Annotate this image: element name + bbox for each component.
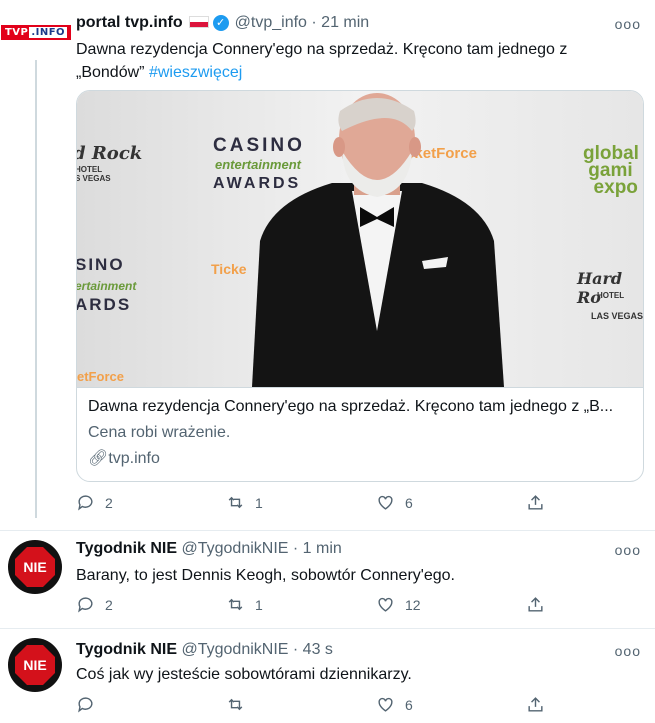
card-text-area: Dawna rezydencja Connery'ego na sprzedaż… — [77, 387, 643, 481]
tweet-actions: 2 1 6 — [76, 493, 556, 515]
backdrop-ticketforce-left: etForce — [77, 369, 124, 384]
tweet-header: Tygodnik NIE @TygodnikNIE · 1 min — [76, 540, 342, 558]
avatar-tvp-info[interactable]: TVP .INFO — [0, 10, 72, 54]
card-title: Dawna rezydencja Connery'ego na sprzedaż… — [88, 398, 614, 415]
tvp-info-logo: TVP .INFO — [0, 24, 72, 40]
share-button[interactable] — [526, 595, 545, 614]
author-handle[interactable]: @TygodnikNIE — [182, 641, 289, 658]
man-in-tuxedo-photo — [252, 93, 504, 387]
card-image: d Rock HOTEL S VEGAS CASINO entertainment… — [77, 91, 643, 387]
verified-badge-icon: ✓ — [212, 14, 229, 31]
tweet-actions: 6 — [76, 695, 556, 717]
reply-button[interactable]: 2 — [76, 493, 113, 512]
tweet-text: Dawna rezydencja Connery'ego na sprzedaż… — [76, 38, 567, 84]
avatar-tygodnik-nie[interactable]: NIE — [8, 638, 62, 692]
author-handle[interactable]: @TygodnikNIE — [182, 540, 289, 557]
heart-icon — [378, 597, 393, 612]
retweet-icon — [228, 496, 243, 509]
like-button[interactable]: 6 — [376, 695, 413, 714]
share-icon — [528, 495, 543, 510]
heart-icon — [378, 697, 393, 712]
retweet-icon — [228, 698, 243, 711]
card-domain-text: tvp.info — [108, 450, 160, 467]
heart-icon — [378, 495, 393, 510]
card-description: Cena robi wrażenie. — [88, 424, 231, 441]
share-button[interactable] — [526, 493, 545, 512]
retweet-button[interactable]: 1 — [226, 493, 263, 512]
nie-logo: NIE — [15, 645, 55, 685]
tweet-timestamp[interactable]: · 21 min — [311, 14, 369, 31]
backdrop-hardrock-right: Hard Ro — [577, 269, 623, 307]
nie-logo: NIE — [15, 547, 55, 587]
reply-button[interactable]: 2 — [76, 595, 113, 614]
link-icon: 🔗︎ — [88, 450, 109, 467]
share-icon — [528, 597, 543, 612]
author-name[interactable]: Tygodnik NIE — [76, 641, 177, 658]
author-handle[interactable]: @tvp_info — [235, 14, 307, 31]
more-options-icon[interactable]: ooo — [615, 643, 641, 659]
tweet-actions: 2 1 12 — [76, 595, 556, 617]
backdrop-lasvegas-left: HOTEL S VEGAS — [77, 165, 111, 183]
author-name[interactable]: Tygodnik NIE — [76, 540, 177, 557]
tweet-reply-2[interactable]: NIE Tygodnik NIE @TygodnikNIE · 43 s ooo… — [0, 628, 655, 723]
retweet-icon — [228, 598, 243, 611]
tweet-header: portal tvp.info ✓ @tvp_info · 21 min — [76, 14, 369, 32]
retweet-button[interactable]: 1 — [226, 595, 263, 614]
reply-icon — [78, 597, 93, 613]
poland-flag-icon — [188, 15, 209, 28]
reply-count: 2 — [105, 494, 113, 511]
backdrop-lasvegas-right: LAS VEGAS — [591, 311, 643, 321]
like-button[interactable]: 6 — [376, 493, 413, 512]
like-count: 12 — [405, 596, 421, 613]
tweet-text-line-2: „Bondów” — [76, 64, 145, 81]
reply-button[interactable] — [76, 695, 105, 714]
retweet-button[interactable] — [226, 695, 255, 714]
reply-count: 2 — [105, 596, 113, 613]
more-options-icon[interactable]: ooo — [615, 542, 641, 558]
backdrop-casino-left: SINO ertainment ARDS — [77, 255, 137, 314]
tweet-header: Tygodnik NIE @TygodnikNIE · 43 s — [76, 641, 333, 659]
link-preview-card[interactable]: d Rock HOTEL S VEGAS CASINO entertainment… — [76, 90, 644, 482]
like-count: 6 — [405, 696, 413, 713]
tweet-tvp-info[interactable]: TVP .INFO portal tvp.info ✓ @tvp_info · 21 … — [0, 0, 655, 530]
share-icon — [528, 697, 543, 712]
backdrop-global-gaming: global gami expo — [583, 143, 639, 198]
reply-icon — [78, 495, 93, 511]
tweet-reply-1[interactable]: NIE Tygodnik NIE @TygodnikNIE · 1 min oo… — [0, 530, 655, 628]
retweet-count: 1 — [255, 494, 263, 511]
tweet-text-line-1: Dawna rezydencja Connery'ego na sprzedaż… — [76, 41, 568, 58]
backdrop-hardrock-left: d Rock — [77, 143, 143, 164]
author-name[interactable]: portal tvp.info — [76, 14, 183, 31]
avatar-tygodnik-nie[interactable]: NIE — [8, 540, 62, 594]
tweet-timestamp[interactable]: · 1 min — [293, 540, 342, 557]
like-count: 6 — [405, 494, 413, 511]
reply-icon — [78, 697, 93, 713]
backdrop-hotel-right: HOTEL — [597, 291, 625, 300]
tweet-text: Coś jak wy jesteście sobowtórami dzienni… — [76, 666, 412, 683]
retweet-count: 1 — [255, 596, 263, 613]
hashtag-link[interactable]: #wieszwięcej — [149, 64, 242, 81]
tweet-timestamp[interactable]: · 43 s — [293, 641, 333, 658]
like-button[interactable]: 12 — [376, 595, 421, 614]
card-domain: 🔗︎tvp.info — [88, 448, 160, 468]
share-button[interactable] — [526, 695, 545, 714]
more-options-icon[interactable]: ooo — [615, 16, 641, 32]
tweet-text: Barany, to jest Dennis Keogh, sobowtór C… — [76, 567, 455, 584]
